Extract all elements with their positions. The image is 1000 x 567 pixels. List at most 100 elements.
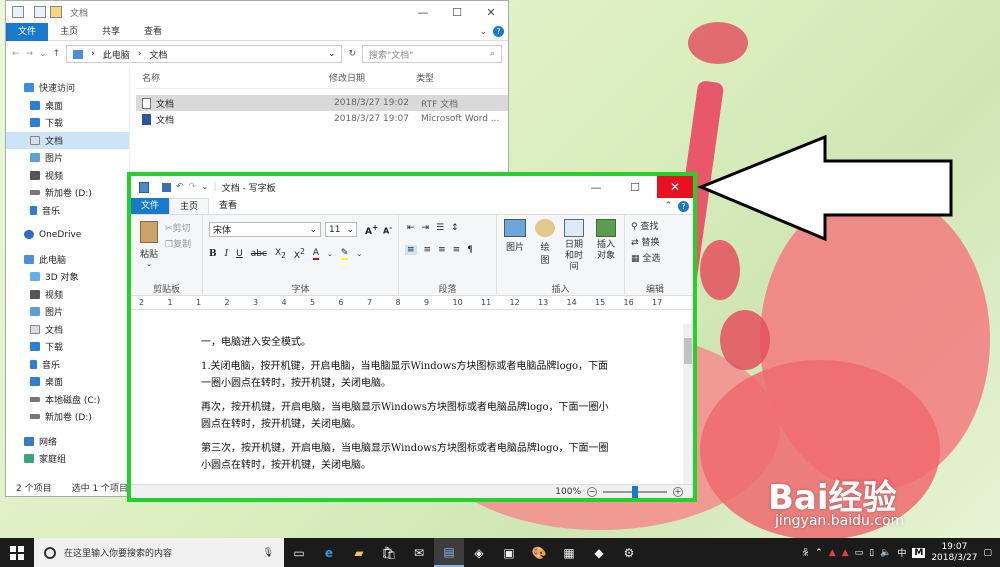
edge-browser-icon[interactable]: e <box>314 538 344 567</box>
paint-icon[interactable]: 🎨 <box>524 538 554 567</box>
highlight-icon[interactable]: ✎ <box>340 248 349 260</box>
zoom-in-button[interactable]: + <box>673 486 683 497</box>
insert-datetime-button[interactable]: 日期和时间 <box>559 219 589 273</box>
decrease-indent-icon[interactable]: ⇤ <box>407 223 415 233</box>
strikethrough-icon[interactable]: abc <box>251 249 267 259</box>
tray-app-icon[interactable]: ▲ <box>842 548 849 558</box>
volume-icon[interactable]: 🔈 <box>880 548 891 558</box>
shrink-font-icon[interactable]: A- <box>383 224 392 236</box>
clock[interactable]: 19:07 2018/3/27 <box>931 542 977 564</box>
subscript-icon[interactable]: X2 <box>275 248 286 260</box>
maximize-button[interactable]: ☐ <box>618 176 652 198</box>
nav-desktop-pc[interactable]: 桌面 <box>6 373 129 391</box>
minimize-button[interactable]: — <box>579 176 613 198</box>
microphone-icon[interactable]: 🎙 <box>263 548 274 558</box>
nav-homegroup[interactable]: 家庭组 <box>6 450 129 468</box>
search-input[interactable]: 搜索"文档" ⌕ <box>362 45 502 63</box>
chevron-down-icon[interactable]: ⌄ <box>328 49 336 59</box>
app-icon[interactable]: ◆ <box>584 538 614 567</box>
maximize-button[interactable]: ☐ <box>440 1 474 23</box>
zoom-slider[interactable] <box>603 485 667 498</box>
insert-object-button[interactable]: 插入对象 <box>591 219 621 262</box>
column-name[interactable]: 名称 <box>136 71 329 84</box>
nav-videos[interactable]: 视频 <box>6 167 129 185</box>
column-type[interactable]: 类型 <box>416 71 434 84</box>
font-size-select[interactable]: 11 ⌄ <box>325 222 357 237</box>
tab-view[interactable]: 查看 <box>132 23 174 41</box>
help-icon[interactable]: ? <box>678 200 689 212</box>
app-icon[interactable]: ◈ <box>464 538 494 567</box>
undo-icon[interactable]: ↶ <box>176 182 184 192</box>
refresh-icon[interactable]: ↻ <box>348 49 356 59</box>
breadcrumb-root[interactable]: 此电脑 <box>103 48 130 61</box>
justify-icon[interactable]: ≡ <box>453 245 461 255</box>
tab-file[interactable]: 文件 <box>6 22 49 41</box>
line-spacing-icon[interactable]: ↕ <box>451 223 459 233</box>
close-button[interactable]: ✕ <box>474 1 508 23</box>
chevron-up-icon[interactable]: ⌃ <box>815 548 823 558</box>
copy-button[interactable]: ❐复制 <box>165 237 191 250</box>
file-row[interactable]: 文档 2018/3/27 19:07 Microsoft Word ... <box>136 111 508 127</box>
nav-videos-pc[interactable]: 视频 <box>6 286 129 304</box>
nav-quick-access[interactable]: 快速访问 <box>6 79 129 97</box>
paragraph-settings-icon[interactable]: ¶ <box>467 245 473 255</box>
settings-icon[interactable]: ⚙ <box>614 538 644 567</box>
file-row[interactable]: 文档 2018/3/27 19:02 RTF 文档 <box>136 95 508 111</box>
nav-music[interactable]: 音乐 <box>6 202 129 220</box>
nav-documents[interactable]: 文档 <box>6 131 129 149</box>
help-icon[interactable]: ? <box>493 26 504 37</box>
nav-pictures-pc[interactable]: 图片 <box>6 303 129 321</box>
file-explorer-icon[interactable]: ▰ <box>344 538 374 567</box>
app-icon[interactable]: ▣ <box>494 538 524 567</box>
back-icon[interactable]: ← <box>12 49 20 59</box>
font-color-icon[interactable]: A <box>312 248 320 260</box>
cut-button[interactable]: ✂剪切 <box>165 221 191 234</box>
tab-home[interactable]: 主页 <box>48 23 90 41</box>
nav-drive-c[interactable]: 本地磁盘 (C:) <box>6 391 129 409</box>
nav-onedrive[interactable]: OneDrive <box>6 226 129 244</box>
nav-this-pc[interactable]: 此电脑 <box>6 251 129 269</box>
windows-start-icon[interactable] <box>0 538 34 567</box>
task-view-icon[interactable]: ▭ <box>284 538 314 567</box>
redo-icon[interactable]: ↷ <box>189 182 197 192</box>
nav-documents-pc[interactable]: 文档 <box>6 321 129 339</box>
expand-ribbon-icon[interactable]: ⌄ <box>479 27 487 37</box>
new-folder-icon[interactable] <box>50 6 62 18</box>
zoom-out-button[interactable]: − <box>587 486 597 497</box>
chevron-down-icon[interactable]: ⌄ <box>39 49 47 59</box>
app-icon[interactable]: ▦ <box>554 538 584 567</box>
taskbar-search-input[interactable]: 在这里输入你要搜索的内容 🎙 <box>34 538 284 567</box>
store-icon[interactable]: 🛍 <box>374 538 404 567</box>
up-icon[interactable]: ↑ <box>53 49 61 59</box>
align-right-icon[interactable]: ≡ <box>438 245 446 255</box>
superscript-icon[interactable]: X2 <box>294 247 305 261</box>
properties-icon[interactable] <box>34 6 46 18</box>
nav-drive-d[interactable]: 新加卷 (D:) <box>6 184 129 202</box>
bullet-list-icon[interactable]: ☰ <box>436 223 444 233</box>
nav-drive-d-pc[interactable]: 新加卷 (D:) <box>6 408 129 426</box>
mail-icon[interactable]: ✉ <box>404 538 434 567</box>
insert-picture-button[interactable]: 图片 <box>501 219 529 253</box>
forward-icon[interactable]: → <box>26 49 34 59</box>
tab-home[interactable]: 主页 <box>169 198 210 214</box>
nav-desktop[interactable]: 桌面 <box>6 97 129 115</box>
column-date[interactable]: 修改日期 <box>329 71 416 84</box>
font-name-select[interactable]: 宋体 ⌄ <box>209 222 321 237</box>
italic-icon[interactable]: I <box>225 249 229 259</box>
zoom-slider-thumb[interactable] <box>632 485 638 498</box>
ime-mode[interactable]: M <box>912 547 926 558</box>
nav-downloads[interactable]: 下载 <box>6 114 129 132</box>
insert-paint-button[interactable]: 绘图 <box>531 219 559 266</box>
network-icon[interactable]: ▯ <box>869 548 874 558</box>
collapse-ribbon-icon[interactable]: ⌃ <box>664 201 672 211</box>
nav-pictures[interactable]: 图片 <box>6 149 129 167</box>
wordpad-taskbar-icon[interactable]: ▤ <box>434 538 464 567</box>
nav-downloads-pc[interactable]: 下载 <box>6 338 129 356</box>
vertical-scrollbar[interactable] <box>683 324 693 484</box>
notification-icon[interactable]: ▢ <box>983 548 992 558</box>
bold-icon[interactable]: B <box>209 249 217 259</box>
save-icon[interactable] <box>162 182 171 192</box>
battery-icon[interactable]: ▭ <box>855 548 864 558</box>
grow-font-icon[interactable]: A+ <box>365 223 378 237</box>
tab-view[interactable]: 查看 <box>209 198 247 214</box>
